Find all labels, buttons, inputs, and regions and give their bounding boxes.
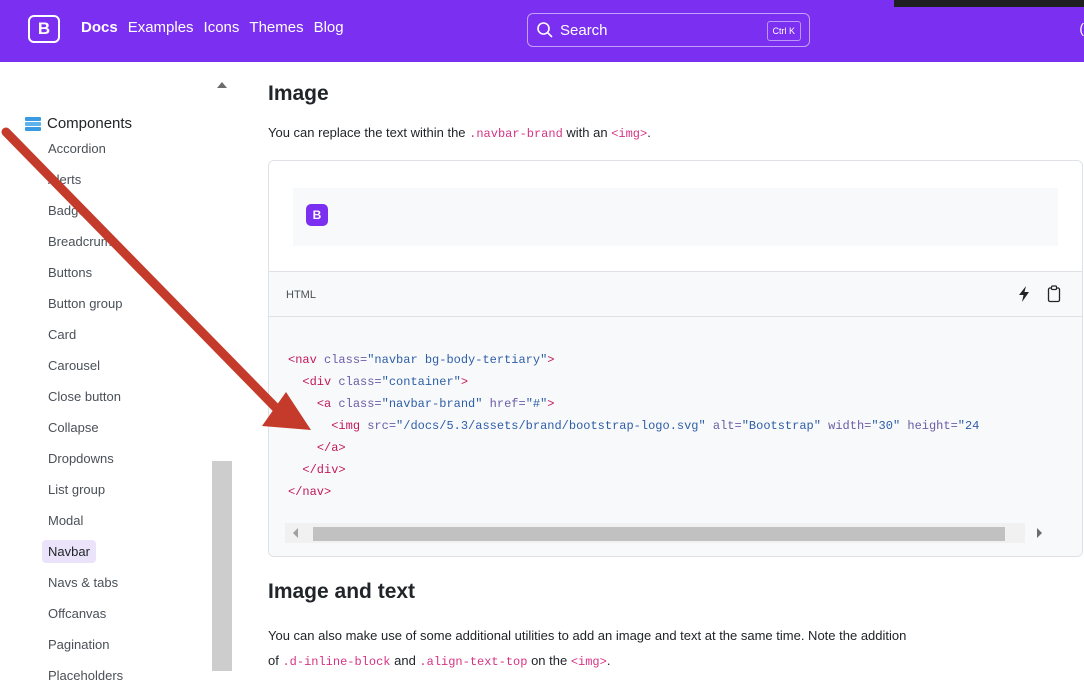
code-header: HTML bbox=[269, 271, 1082, 317]
example-card: B HTML <nav class="navbar bg-body-tertia… bbox=[268, 160, 1083, 557]
code-line: </div> bbox=[302, 463, 346, 477]
sidebar-item[interactable]: Alerts bbox=[48, 171, 123, 202]
scroll-up-icon[interactable] bbox=[217, 82, 227, 88]
sidebar-item[interactable]: Modal bbox=[48, 512, 123, 543]
bolt-icon[interactable] bbox=[1017, 285, 1031, 303]
sidebar-item[interactable]: Accordion bbox=[48, 140, 123, 171]
sidebar-item[interactable]: Offcanvas bbox=[48, 605, 123, 636]
components-title: Components bbox=[47, 115, 133, 132]
nav-icons[interactable]: Icons bbox=[204, 19, 240, 36]
top-navbar: B Docs Examples Icons Themes Blog Search… bbox=[0, 0, 1084, 62]
clipboard-icon[interactable] bbox=[1047, 285, 1061, 303]
inline-code: <img> bbox=[570, 655, 607, 669]
section-intro: You can replace the text within the .nav… bbox=[268, 125, 651, 141]
bootstrap-logo[interactable]: B bbox=[28, 15, 60, 43]
navbar-edge-glyph: ( bbox=[1079, 20, 1084, 36]
code-line: </nav> bbox=[288, 485, 332, 499]
sidebar-item[interactable]: Carousel bbox=[48, 357, 123, 388]
search-button[interactable]: Search Ctrl K bbox=[527, 13, 810, 47]
inline-code: .navbar-brand bbox=[469, 127, 563, 141]
inline-code: .d-inline-block bbox=[282, 655, 391, 669]
sidebar-list: Accordion Alerts Badge Breadcrumb Button… bbox=[42, 140, 123, 698]
section-title-image-and-text: Image and text bbox=[268, 580, 416, 603]
code-horizontal-scrollbar[interactable] bbox=[285, 523, 1042, 543]
search-shortcut: Ctrl K bbox=[766, 21, 801, 41]
sidebar-item[interactable]: Button group bbox=[48, 295, 123, 326]
components-icon bbox=[25, 116, 41, 131]
docs-sidebar: Components Accordion Alerts Badge Breadc… bbox=[0, 62, 236, 683]
sidebar-item[interactable]: Dropdowns bbox=[48, 450, 123, 481]
sidebar-item[interactable]: Placeholders bbox=[48, 667, 123, 698]
sidebar-item[interactable]: List group bbox=[48, 481, 123, 512]
components-heading: Components bbox=[25, 115, 132, 132]
code-snippet: <nav class="navbar bg-body-tertiary"> <d… bbox=[288, 349, 979, 503]
preview-navbar: B bbox=[293, 188, 1058, 246]
code-scroll-thumb[interactable] bbox=[313, 527, 1005, 541]
search-placeholder: Search bbox=[560, 21, 608, 39]
sidebar-item[interactable]: Close button bbox=[48, 388, 123, 419]
inline-code: .align-text-top bbox=[419, 655, 528, 669]
code-line: <img src="/docs/5.3/assets/brand/bootstr… bbox=[331, 419, 980, 433]
code-line: </a> bbox=[316, 441, 346, 455]
sidebar-scroll-thumb[interactable] bbox=[212, 461, 232, 671]
nav-blog[interactable]: Blog bbox=[314, 19, 344, 36]
sidebar-item[interactable]: Buttons bbox=[48, 264, 123, 295]
sidebar-item-active[interactable]: Navbar bbox=[42, 540, 123, 574]
sidebar-item[interactable]: Badge bbox=[48, 202, 123, 233]
scroll-right-icon[interactable] bbox=[1037, 528, 1042, 538]
code-line: <a class="navbar-brand" href="#"> bbox=[316, 397, 555, 411]
nav-themes[interactable]: Themes bbox=[249, 19, 303, 36]
main-nav: Docs Examples Icons Themes Blog bbox=[81, 19, 344, 36]
sidebar-item[interactable]: Collapse bbox=[48, 419, 123, 450]
sidebar-item[interactable]: Navs & tabs bbox=[48, 574, 123, 605]
section2-intro: You can also make use of some additional… bbox=[268, 628, 907, 669]
example-preview: B bbox=[269, 161, 1082, 271]
search-icon bbox=[537, 22, 553, 38]
sidebar-scrollbar[interactable] bbox=[212, 80, 232, 671]
sidebar-item[interactable]: Card bbox=[48, 326, 123, 357]
sidebar-item[interactable]: Breadcrumb bbox=[48, 233, 123, 264]
nav-examples[interactable]: Examples bbox=[128, 19, 194, 36]
scroll-left-icon[interactable] bbox=[293, 528, 298, 538]
code-language-label: HTML bbox=[286, 289, 316, 301]
nav-docs[interactable]: Docs bbox=[81, 19, 118, 36]
code-line: <nav class="navbar bg-body-tertiary"> bbox=[288, 353, 555, 367]
sidebar-item[interactable]: Pagination bbox=[48, 636, 123, 667]
preview-brand-logo[interactable]: B bbox=[306, 204, 328, 226]
inline-code: <img> bbox=[611, 127, 648, 141]
code-line: <div class="container"> bbox=[302, 375, 469, 389]
code-block[interactable]: <nav class="navbar bg-body-tertiary"> <d… bbox=[269, 317, 1082, 556]
section-title-image: Image bbox=[268, 82, 329, 105]
window-edge-strip bbox=[894, 0, 1084, 7]
